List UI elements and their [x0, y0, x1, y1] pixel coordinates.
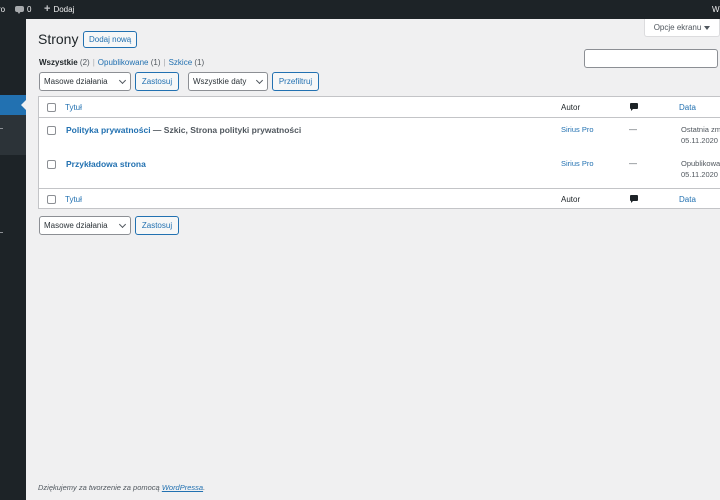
- bulk-actions-select[interactable]: Masowe działania: [39, 72, 131, 91]
- comments-link[interactable]: 0: [15, 0, 31, 19]
- table-footer: Tytuł Autor Data: [39, 188, 720, 209]
- row-post-state: — Szkic, Strona polityki prywatności: [150, 125, 302, 135]
- comment-bubble-icon: [15, 5, 24, 14]
- column-author: Autor: [561, 103, 581, 112]
- table-header: Tytuł Autor Data: [39, 97, 720, 118]
- chevron-down-icon: [255, 76, 264, 85]
- wordpress-link[interactable]: WordPressa: [162, 483, 203, 492]
- date-filter-select[interactable]: Wszystkie daty: [188, 72, 268, 91]
- filter-button[interactable]: Przefiltruj: [272, 72, 319, 91]
- status-filter-links: Wszystkie (2) | Opublikowane (1) | Szkice (1…: [39, 58, 205, 67]
- view-drafts-link[interactable]: Szkice (1): [169, 58, 205, 67]
- chevron-down-icon: [118, 220, 127, 229]
- row-title: Przykładowa strona: [66, 159, 146, 169]
- column-date-sort[interactable]: Data: [679, 103, 696, 112]
- row-date-value: 05.11.2020: [681, 170, 718, 179]
- screen-options-toggle[interactable]: Opcje ekranu: [644, 19, 720, 37]
- row-title-link[interactable]: Przykładowa strona: [66, 159, 146, 169]
- new-content-label: Dodaj: [53, 5, 75, 14]
- row-title-link[interactable]: Polityka prywatności: [66, 125, 151, 135]
- column-date-sort[interactable]: Data: [679, 195, 696, 204]
- comments-count: 0: [27, 5, 32, 14]
- table-row: Przykładowa strona Sirius Pro — Opubliko…: [39, 152, 720, 186]
- column-title-sort[interactable]: Tytuł: [65, 103, 82, 112]
- admin-bar: ro 0 + Dodaj W: [0, 0, 720, 19]
- sidebar-item-marker[interactable]: [0, 232, 3, 233]
- bulk-actions-select-bottom[interactable]: Masowe działania: [39, 216, 131, 235]
- row-author-link[interactable]: Sirius Pro: [561, 159, 594, 168]
- column-title-sort[interactable]: Tytuł: [65, 195, 82, 204]
- page-title: Strony: [38, 31, 79, 47]
- screen-options-label: Opcje ekranu: [653, 23, 702, 32]
- apply-bulk-button[interactable]: Zastosuj: [135, 72, 179, 91]
- chevron-down-icon: [118, 76, 127, 85]
- row-date: Ostatnia zm 05.11.2020: [681, 124, 720, 146]
- row-date-value: 05.11.2020: [681, 136, 718, 145]
- table-row: Polityka prywatności — Szkic, Strona pol…: [39, 118, 720, 152]
- select-all-checkbox[interactable]: [47, 103, 56, 112]
- row-date: Opublikowa 05.11.2020: [681, 158, 720, 180]
- row-date-status: Ostatnia zm: [681, 125, 720, 134]
- comment-bubble-icon[interactable]: [630, 195, 638, 203]
- row-author-link[interactable]: Sirius Pro: [561, 125, 594, 134]
- view-published-link[interactable]: Opublikowane (1): [98, 58, 161, 67]
- row-checkbox[interactable]: [47, 160, 56, 169]
- new-content-link[interactable]: + Dodaj: [44, 0, 74, 19]
- view-all-link[interactable]: Wszystkie (2): [39, 58, 90, 67]
- row-checkbox[interactable]: [47, 126, 56, 135]
- sidebar-item-pages[interactable]: [0, 95, 26, 115]
- site-name-link[interactable]: ro: [0, 0, 5, 19]
- select-all-checkbox[interactable]: [47, 195, 56, 204]
- pages-table: Tytuł Autor Data Polityka prywatności — …: [38, 96, 720, 209]
- row-comments: —: [629, 159, 637, 168]
- footer-text: Dziękujemy za tworzenie za pomocą: [38, 483, 162, 492]
- comment-bubble-icon[interactable]: [630, 103, 638, 111]
- search-input[interactable]: [584, 49, 718, 68]
- plus-icon: +: [44, 3, 51, 15]
- admin-sidebar: [0, 19, 26, 500]
- row-title: Polityka prywatności — Szkic, Strona pol…: [66, 125, 301, 135]
- sidebar-item-marker[interactable]: [0, 128, 3, 129]
- account-menu[interactable]: W: [712, 0, 720, 19]
- column-author: Autor: [561, 195, 581, 204]
- sidebar-submenu-pages: [0, 115, 26, 155]
- admin-footer: Dziękujemy za tworzenie za pomocą WordPr…: [38, 483, 206, 492]
- row-comments: —: [629, 125, 637, 134]
- add-new-page-button[interactable]: Dodaj nową: [83, 31, 138, 48]
- apply-bulk-button-bottom[interactable]: Zastosuj: [135, 216, 179, 235]
- row-date-status: Opublikowa: [681, 159, 720, 168]
- caret-down-icon: [704, 25, 711, 30]
